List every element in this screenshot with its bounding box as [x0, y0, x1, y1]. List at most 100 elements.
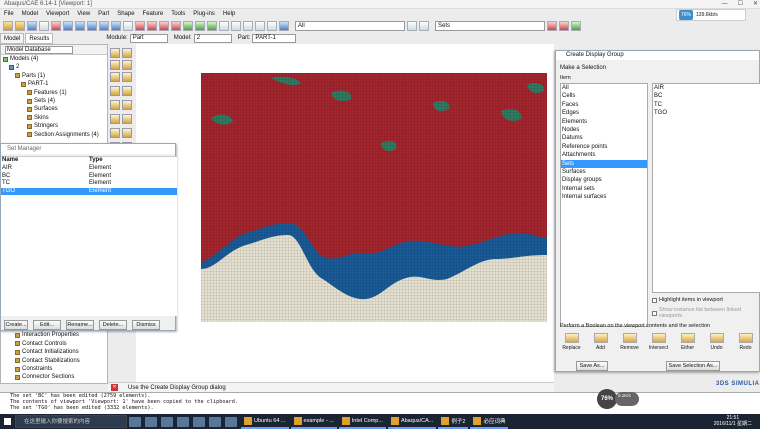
boolean-redo-button[interactable]: Redo [734, 333, 757, 351]
taskbar-app[interactable]: example - ... [290, 414, 337, 429]
toolbox-tool-icon[interactable] [122, 100, 132, 110]
tree-item[interactable]: Constraints [1, 365, 107, 373]
boolean-intersect-button[interactable]: Intersect [647, 333, 670, 351]
toolbox-tool-icon[interactable] [110, 100, 120, 110]
filter-icon[interactable] [407, 20, 417, 31]
start-button[interactable] [0, 414, 15, 429]
create-button[interactable]: Create... [4, 320, 28, 330]
color-code-icon[interactable] [279, 20, 289, 31]
tree-item[interactable]: 2 [1, 63, 107, 71]
chrome-icon[interactable] [193, 416, 205, 427]
edge-icon[interactable] [145, 416, 157, 427]
excel-icon[interactable] [225, 416, 237, 427]
back-view-icon[interactable] [159, 20, 169, 31]
save-selection-button[interactable]: Save Selection As... [666, 361, 720, 371]
tab-results[interactable]: Results [25, 32, 54, 44]
item-list-entry[interactable]: Reference points [561, 143, 647, 151]
model-database-select[interactable]: Model Database [5, 45, 73, 54]
item-list-entry[interactable]: Sets [561, 159, 647, 168]
module-select[interactable]: Part [129, 33, 168, 43]
word-icon[interactable] [209, 416, 221, 427]
boolean-add-button[interactable]: Add [589, 333, 612, 351]
toolbox-tool-icon[interactable] [110, 114, 120, 124]
tree-item[interactable]: Models (4) [1, 55, 107, 63]
item-list-entry[interactable]: Edges [561, 109, 647, 117]
tree-item[interactable]: Skins [1, 114, 107, 122]
menu-tools[interactable]: Tools [167, 9, 189, 19]
remove-icon[interactable] [255, 20, 265, 31]
close-icon[interactable]: ✕ [753, 0, 758, 9]
tab-model[interactable]: Model [0, 32, 25, 44]
hide-icon[interactable] [559, 20, 569, 31]
show-icon[interactable] [547, 20, 557, 31]
menu-part[interactable]: Part [94, 9, 113, 19]
table-row[interactable]: TC Element [1, 180, 177, 188]
toolbox-tool-icon[interactable] [122, 114, 132, 124]
render-wireframe-icon[interactable] [183, 20, 193, 31]
item-list-entry[interactable]: Datums [561, 134, 647, 142]
save-as-button[interactable]: Save As... [576, 361, 608, 371]
toolbox-tool-icon[interactable] [122, 72, 132, 82]
taskbar-app[interactable]: Abaqus/CA... [387, 414, 437, 429]
add-icon[interactable] [243, 20, 253, 31]
tree-item[interactable]: Interaction Properties [1, 331, 107, 339]
toggle-visibility-icon[interactable] [571, 20, 581, 31]
menu-model[interactable]: Model [18, 9, 42, 19]
replace-icon[interactable] [231, 20, 241, 31]
top-view-icon[interactable] [171, 20, 181, 31]
item-list-entry[interactable]: Display groups [561, 176, 647, 184]
tree-item[interactable]: Contact Initializations [1, 348, 107, 356]
tree-item[interactable]: Sets (4) [1, 97, 107, 105]
menu-plugins[interactable]: Plug-ins [189, 9, 219, 19]
item-list-entry[interactable]: Internal sets [561, 185, 647, 193]
menu-shape[interactable]: Shape [113, 9, 138, 19]
new-file-icon[interactable] [3, 20, 13, 31]
tree-item[interactable]: PART-1 [1, 80, 107, 88]
item-list-entry[interactable]: Surfaces [561, 168, 647, 176]
toolbox-tool-icon[interactable] [122, 48, 132, 58]
query-icon[interactable] [51, 20, 61, 31]
part-select[interactable]: PART-1 [252, 33, 297, 43]
tree-item[interactable]: Section Assignments (4) [1, 131, 107, 139]
taskbar-app[interactable]: Ubuntu 64 ... [241, 414, 289, 429]
toolbox-tool-icon[interactable] [122, 86, 132, 96]
boolean-either-button[interactable]: Either [676, 333, 699, 351]
explorer-icon[interactable] [161, 416, 173, 427]
tree-item[interactable]: Parts (1) [1, 72, 107, 80]
tree-item[interactable]: Contact Stabilizations [1, 357, 107, 365]
checkbox-box[interactable] [652, 310, 657, 316]
boolean-undo-button[interactable]: Undo [705, 333, 728, 351]
boolean-remove-button[interactable]: Remove [618, 333, 641, 351]
mesh-model[interactable] [201, 73, 547, 322]
set-list-entry[interactable]: AIR [653, 84, 760, 92]
magnify-icon[interactable] [87, 20, 97, 31]
set-list-entry[interactable]: TC [653, 101, 760, 109]
task-view-icon[interactable] [129, 416, 141, 427]
cycle-views-icon[interactable] [123, 20, 133, 31]
tree-item[interactable]: Surfaces [1, 105, 107, 113]
minimize-icon[interactable]: — [722, 0, 728, 9]
delete-button[interactable]: Delete... [99, 320, 127, 330]
save-icon[interactable] [27, 20, 37, 31]
toolbox-tool-icon[interactable] [122, 128, 132, 138]
boolean-replace-button[interactable]: Replace [560, 333, 583, 351]
menu-help[interactable]: Help [219, 9, 239, 19]
taskbar-app[interactable]: 必应词典 [470, 414, 509, 429]
iso-view-icon[interactable] [135, 20, 145, 31]
menu-view[interactable]: View [73, 9, 94, 19]
highlight-checkbox[interactable]: Highlight items in viewport [652, 297, 723, 303]
item-list-entry[interactable]: Cells [561, 92, 647, 100]
toolbox-tool-icon[interactable] [122, 60, 132, 70]
taskbar-search[interactable]: 在这里输入你要搜索的内容 [15, 415, 127, 428]
menu-viewport[interactable]: Viewport [42, 9, 73, 19]
toolbox-tool-icon[interactable] [110, 72, 120, 82]
maximize-icon[interactable]: ☐ [738, 0, 743, 9]
menu-feature[interactable]: Feature [139, 9, 168, 19]
edit-button[interactable]: Edit... [33, 320, 61, 330]
table-row[interactable]: BC Element [1, 173, 177, 181]
item-list-entry[interactable]: Attachments [561, 151, 647, 159]
render-hidden-icon[interactable] [195, 20, 205, 31]
tree-item[interactable]: Stringers [1, 122, 107, 130]
toolbox-tool-icon[interactable] [110, 128, 120, 138]
pan-icon[interactable] [63, 20, 73, 31]
